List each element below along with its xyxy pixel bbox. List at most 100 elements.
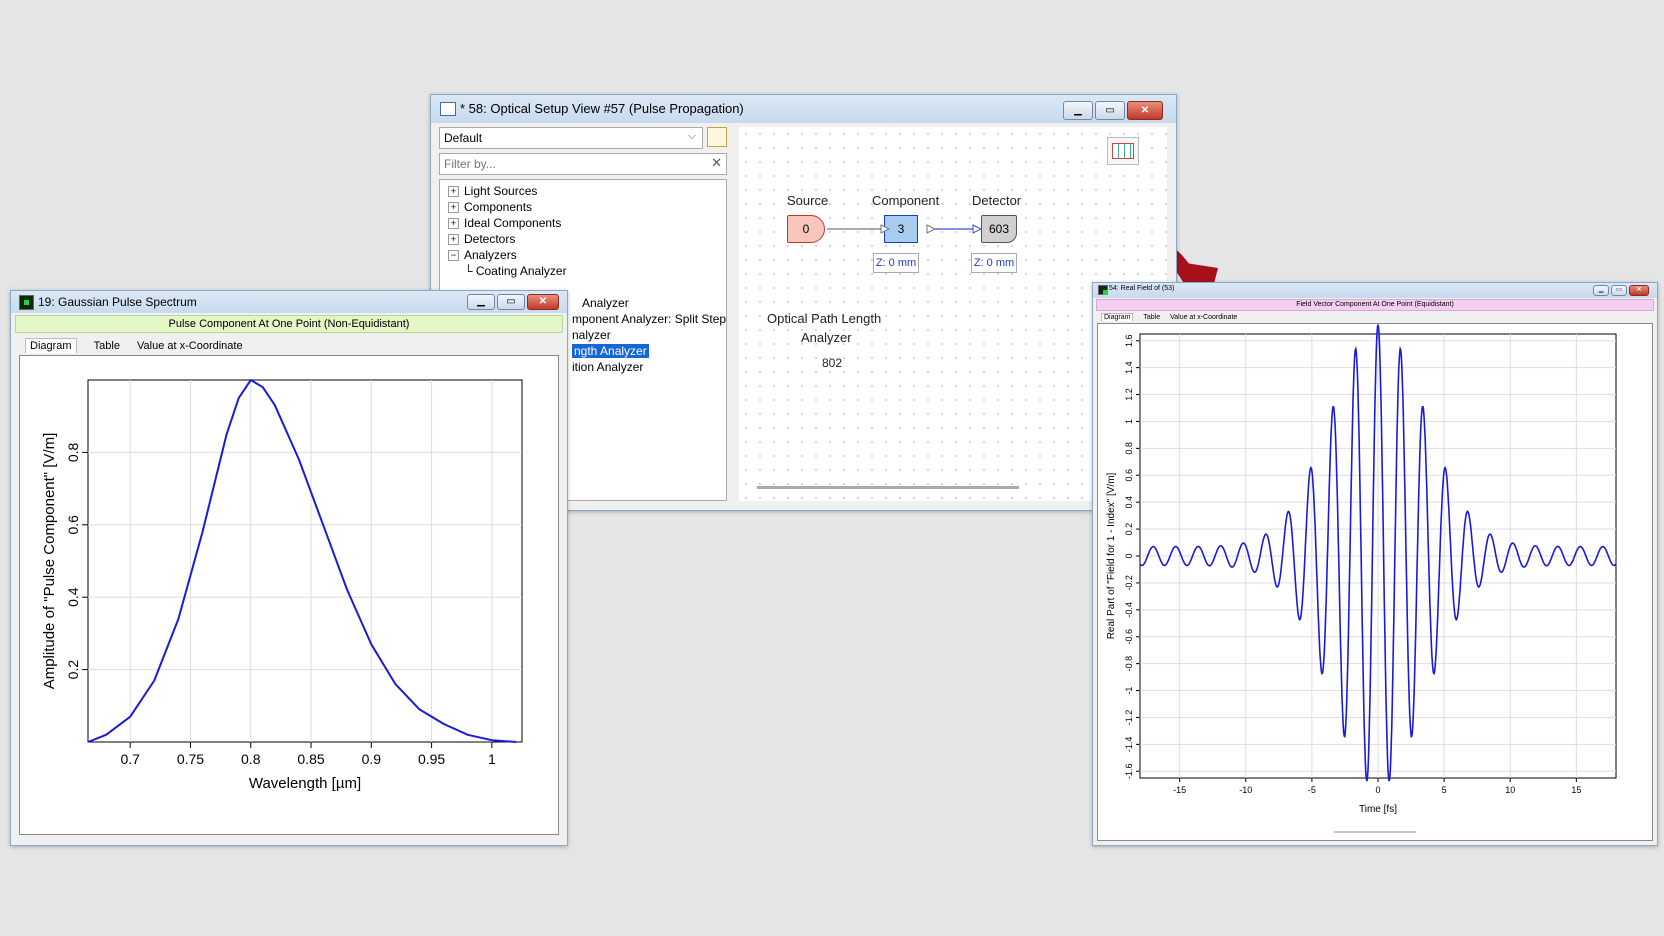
chevron-down-icon: ⌵ — [687, 130, 696, 142]
tree-item-partial-5[interactable]: ition Analyzer — [572, 360, 643, 374]
analyzer-label-line1: Optical Path Length — [767, 311, 882, 326]
expand-icon[interactable]: + — [448, 218, 459, 230]
tree-item-detectors[interactable]: + Detectors — [448, 232, 515, 246]
tree-item-analyzers[interactable]: − Analyzers — [448, 248, 517, 262]
y-tick-label: 1.6 — [1124, 334, 1134, 347]
y-tick-label: 0.2 — [1124, 523, 1134, 536]
setup-app-icon — [440, 102, 456, 116]
y-tick-label: 0.8 — [65, 442, 81, 462]
field-titlebar[interactable]: 54: Real Field of (53) ▁ ▭ ✕ — [1093, 283, 1657, 298]
field-tabs: Diagram Table Value at x-Coordinate — [1101, 313, 1251, 321]
expand-icon[interactable]: + — [448, 202, 459, 214]
tree-item-label: Ideal Components — [464, 216, 562, 230]
close-button[interactable]: ✕ — [1629, 285, 1649, 296]
tree-item-coating-analyzer[interactable]: └ Coating Analyzer — [464, 264, 567, 278]
tab-diagram[interactable]: Diagram — [25, 338, 77, 353]
analyzer-label-line2: Analyzer — [801, 330, 852, 345]
tree-item-label: Analyzers — [464, 248, 517, 262]
component-out-port — [926, 224, 937, 234]
tree-item-partial-3[interactable]: nalyzer — [572, 328, 611, 342]
x-tick-label: 10 — [1505, 785, 1515, 795]
tree-item-partial-1[interactable]: Analyzer — [582, 296, 629, 310]
tree-item-label: Light Sources — [464, 184, 538, 198]
spectrum-window: 19: Gaussian Pulse Spectrum ▁ ▭ ✕ Pulse … — [10, 290, 568, 846]
component-detector-link-head — [972, 224, 983, 234]
tree-item-label: Coating Analyzer — [475, 264, 567, 278]
tab-value-at-x[interactable]: Value at x-Coordinate — [1170, 314, 1237, 321]
x-tick-label: -15 — [1173, 785, 1186, 795]
y-tick-label: -1.4 — [1124, 737, 1134, 753]
setup-titlebar[interactable]: * 58: Optical Setup View #57 (Pulse Prop… — [431, 95, 1176, 123]
tree-item-components[interactable]: + Components — [448, 200, 532, 214]
x-tick-label: 0.85 — [297, 751, 324, 767]
spectrum-subheader: Pulse Component At One Point (Non-Equidi… — [15, 315, 563, 333]
tree-item-label: Components — [464, 200, 533, 214]
clear-filter-icon[interactable]: ✕ — [711, 155, 722, 171]
spectrum-titlebar[interactable]: 19: Gaussian Pulse Spectrum ▁ ▭ ✕ — [11, 291, 567, 313]
preset-value: Default — [444, 131, 483, 145]
y-tick-label: 0 — [1124, 553, 1134, 558]
spectrum-chart: 0.7 0.75 0.8 0.85 0.9 0.95 1 0.2 0.4 0.6 0.8 Wavele… — [41, 379, 523, 792]
tree-item-light-sources[interactable]: + Light Sources — [448, 184, 537, 198]
y-tick-label: 0.8 — [1124, 442, 1134, 455]
y-tick-label: 0.6 — [1124, 469, 1134, 482]
analyzer-node-id[interactable]: 802 — [822, 356, 842, 370]
x-tick-label: 0.75 — [177, 751, 204, 767]
y-tick-label: -0.8 — [1124, 656, 1134, 672]
minimize-button[interactable]: ▁ — [467, 294, 495, 310]
field-title: 54: Real Field of (53) — [1109, 285, 1175, 292]
minimize-button[interactable]: ▁ — [1063, 101, 1093, 120]
x-tick-label: 15 — [1571, 785, 1581, 795]
y-tick-label: -0.6 — [1124, 629, 1134, 645]
y-tick-label: 0.4 — [1124, 496, 1134, 509]
new-preset-icon[interactable] — [707, 127, 727, 147]
field-subheader: Field Vector Component At One Point (Equ… — [1096, 299, 1654, 311]
y-tick-label: -0.4 — [1124, 602, 1134, 618]
spectrum-plot-area[interactable]: 0.7 0.75 0.8 0.85 0.9 0.95 1 0.2 0.4 0.6 0.8 Wavele… — [19, 355, 559, 835]
tree-item-label: Detectors — [464, 232, 516, 246]
x-axis-label: Wavelength [µm] — [249, 775, 361, 792]
close-button[interactable]: ✕ — [1127, 101, 1163, 120]
maximize-button[interactable]: ▭ — [497, 294, 525, 310]
x-tick-label: 1 — [488, 751, 496, 767]
tree-item-ideal-components[interactable]: + Ideal Components — [448, 216, 561, 230]
y-tick-label: -1.2 — [1124, 710, 1134, 726]
expand-icon[interactable]: + — [448, 234, 459, 246]
x-tick-label: 0.95 — [418, 751, 445, 767]
collapse-icon[interactable]: − — [448, 250, 459, 262]
filter-placeholder: Filter by... — [444, 157, 496, 171]
field-plot-area[interactable]: -15 -10 -5 0 5 10 15 1.6 1.4 1.2 1 0.8 0.6 0.4 0.2 0 -0.… — [1097, 323, 1653, 841]
x-tick-label: -5 — [1308, 785, 1316, 795]
tree-item-selected[interactable]: ngth Analyzer — [572, 344, 649, 358]
y-axis-label: Amplitude of "Pulse Component" [V/m] — [41, 433, 58, 690]
x-tick-label: 0.7 — [120, 751, 140, 767]
y-tick-label: 0.4 — [65, 587, 81, 607]
spectrum-tabs: Diagram Table Value at x-Coordinate — [25, 338, 257, 353]
expand-icon[interactable]: + — [448, 186, 459, 198]
source-component-link-head — [880, 224, 891, 234]
filter-field[interactable]: Filter by... ✕ — [439, 153, 727, 175]
x-tick-label: 5 — [1442, 785, 1447, 795]
tree-item-partial-2[interactable]: mponent Analyzer: Split Step — [572, 312, 726, 326]
setup-title: * 58: Optical Setup View #57 (Pulse Prop… — [460, 101, 744, 116]
close-button[interactable]: ✕ — [527, 294, 559, 310]
preset-select[interactable]: Default ⌵ — [439, 127, 703, 149]
tab-diagram[interactable]: Diagram — [1101, 313, 1134, 321]
minimize-button[interactable]: ▁ — [1593, 285, 1609, 296]
x-tick-label: 0.8 — [241, 751, 261, 767]
y-tick-label: 1.4 — [1124, 361, 1134, 374]
x-tick-label: 0 — [1375, 785, 1380, 795]
y-tick-label: 0.2 — [65, 660, 81, 680]
y-tick-label: 0.6 — [65, 515, 81, 535]
y-tick-label: 1.2 — [1124, 388, 1134, 401]
tab-table[interactable]: Table — [1143, 314, 1160, 321]
canvas-scrollbar[interactable] — [757, 486, 1019, 489]
tab-value-at-x[interactable]: Value at x-Coordinate — [137, 340, 243, 352]
plot-app-icon — [1098, 285, 1108, 295]
tab-table[interactable]: Table — [94, 340, 120, 352]
maximize-button[interactable]: ▭ — [1095, 101, 1125, 120]
x-tick-label: 0.9 — [362, 751, 382, 767]
field-window: 54: Real Field of (53) ▁ ▭ ✕ Field Vecto… — [1092, 282, 1658, 846]
maximize-button[interactable]: ▭ — [1611, 285, 1627, 296]
y-tick-label: -0.2 — [1124, 575, 1134, 591]
